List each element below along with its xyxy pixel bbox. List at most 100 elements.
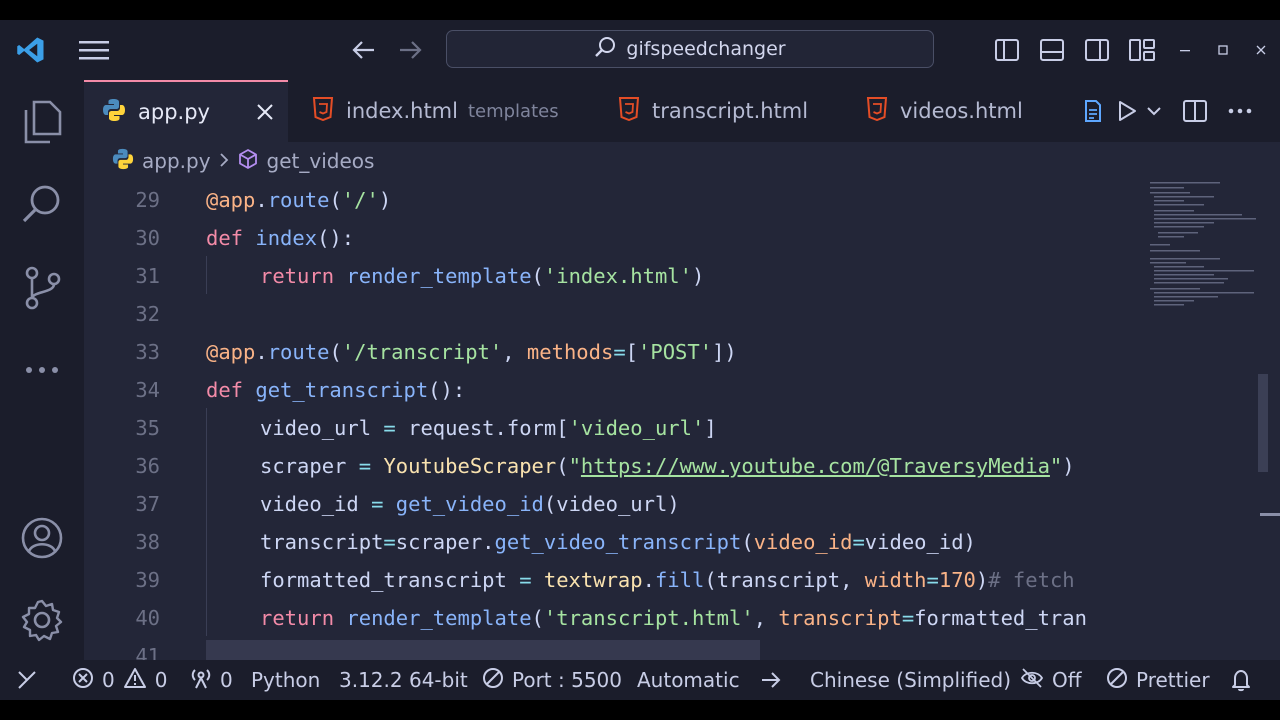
vertical-scrollbar[interactable] bbox=[1256, 180, 1280, 660]
code-line[interactable]: 37 video_id = get_video_id(video_url) bbox=[84, 485, 1146, 523]
code-text: video_id = get_video_id(video_url) bbox=[260, 492, 680, 516]
chevron-down-icon[interactable] bbox=[1144, 98, 1164, 124]
code-editor[interactable]: 29 @app.route('/') 30 def index(): 31 return … bbox=[84, 180, 1146, 660]
layout-panel-icon[interactable] bbox=[1037, 36, 1067, 64]
layout-sidebar-right-icon[interactable] bbox=[1082, 36, 1112, 64]
tab-app-py[interactable]: app.py bbox=[84, 80, 288, 142]
code-line[interactable]: 35 video_url = request.form['video_url'] bbox=[84, 409, 1146, 447]
code-line[interactable]: 32 bbox=[84, 295, 1146, 333]
ports-count: 0 bbox=[220, 668, 233, 692]
code-token: ( bbox=[704, 568, 717, 592]
minimize-icon[interactable] bbox=[1174, 36, 1196, 64]
code-token: @app bbox=[206, 340, 256, 364]
code-token: '/' bbox=[341, 188, 379, 212]
more-actions-icon[interactable] bbox=[1224, 98, 1256, 124]
ports-indicator[interactable]: 0 bbox=[190, 660, 233, 700]
letterbox-top bbox=[0, 0, 1280, 20]
code-token: . bbox=[642, 568, 655, 592]
code-token: '/transcript' bbox=[341, 340, 503, 364]
explorer-icon[interactable] bbox=[16, 96, 68, 148]
code-token: = bbox=[383, 530, 396, 554]
code-token: ) bbox=[975, 568, 989, 592]
code-text: return render_template('transcript.html'… bbox=[260, 606, 1087, 630]
code-line[interactable]: 39 formatted_transcript = textwrap.fill(t… bbox=[84, 561, 1146, 599]
source-control-icon[interactable] bbox=[16, 262, 68, 314]
close-icon[interactable] bbox=[256, 102, 274, 126]
settings-gear-icon[interactable] bbox=[16, 594, 68, 646]
minimap[interactable] bbox=[1146, 180, 1258, 660]
code-line[interactable]: 41 bbox=[84, 637, 1146, 660]
tab-index-html[interactable]: index.html templates bbox=[288, 80, 596, 142]
tab-transcript-html[interactable]: transcript.html bbox=[596, 80, 844, 142]
back-arrow-icon[interactable] bbox=[348, 36, 380, 64]
line-number: 41 bbox=[135, 644, 160, 660]
problems-indicator[interactable]: 0 0 bbox=[72, 660, 167, 700]
run-icon[interactable] bbox=[1114, 98, 1140, 124]
code-line[interactable]: 33 @app.route('/transcript', methods=['PO… bbox=[84, 333, 1146, 371]
prettier-indicator[interactable]: Prettier bbox=[1106, 660, 1210, 700]
account-icon[interactable] bbox=[16, 512, 68, 564]
breadcrumb-file[interactable]: app.py bbox=[142, 149, 211, 173]
tab-label: index.html bbox=[346, 99, 458, 123]
minimap-preview bbox=[1150, 182, 1258, 306]
code-line[interactable]: 36 scraper = YoutubeScraper("https://www.… bbox=[84, 447, 1146, 485]
layout-sidebar-left-icon[interactable] bbox=[992, 36, 1022, 64]
code-token: textwrap bbox=[543, 568, 643, 592]
search-view-icon[interactable] bbox=[16, 178, 68, 230]
code-line[interactable]: 34 def get_transcript(): bbox=[84, 371, 1146, 409]
code-token: = bbox=[519, 568, 544, 592]
bell-icon[interactable] bbox=[1230, 660, 1252, 700]
code-line[interactable]: 29 @app.route('/') bbox=[84, 181, 1146, 219]
breadcrumb-symbol[interactable]: get_videos bbox=[267, 149, 375, 173]
preview-icon[interactable] bbox=[1080, 98, 1106, 124]
close-window-icon[interactable] bbox=[1250, 36, 1272, 64]
command-center-search[interactable]: gifspeedchanger bbox=[446, 30, 934, 68]
python-interpreter[interactable]: 3.12.2 64-bit bbox=[339, 660, 468, 700]
code-token: get_video_id bbox=[395, 492, 544, 516]
copilot-indicator[interactable]: Off bbox=[1020, 660, 1082, 700]
code-text: def index(): bbox=[206, 226, 354, 250]
code-token: video_url bbox=[260, 416, 384, 440]
code-text: transcript=scraper.get_video_transcript(… bbox=[260, 530, 976, 554]
code-token: route bbox=[267, 340, 330, 364]
scrollbar-thumb[interactable] bbox=[1258, 374, 1268, 472]
code-token: 'index.html' bbox=[543, 264, 692, 288]
forward-arrow-icon[interactable] bbox=[394, 36, 426, 64]
broadcast-icon bbox=[190, 667, 212, 694]
code-token: methods bbox=[526, 340, 614, 364]
line-number: 33 bbox=[135, 340, 160, 364]
prettier-icon bbox=[1106, 667, 1128, 694]
code-token: 170 bbox=[938, 568, 976, 592]
tab-label: app.py bbox=[138, 100, 210, 124]
line-number: 38 bbox=[135, 530, 160, 554]
remote-icon[interactable] bbox=[16, 660, 38, 700]
mode-label: Automatic bbox=[637, 668, 740, 692]
arrow-right-icon[interactable] bbox=[760, 660, 782, 700]
cube-icon bbox=[237, 148, 259, 175]
status-bar: 0 0 0 Python 3.12.2 64-bit Port : 5500 A… bbox=[0, 660, 1280, 700]
code-line[interactable]: 31 return render_template('index.html') bbox=[84, 257, 1146, 295]
code-token: render_template bbox=[346, 264, 532, 288]
tab-videos-html[interactable]: videos.html bbox=[844, 80, 1064, 142]
customize-layout-icon[interactable] bbox=[1127, 36, 1157, 64]
line-number: 30 bbox=[135, 226, 160, 250]
maximize-icon[interactable] bbox=[1212, 36, 1234, 64]
vscode-logo-icon bbox=[14, 34, 48, 66]
code-line[interactable]: 38 transcript=scraper.get_video_transcrip… bbox=[84, 523, 1146, 561]
code-token: = bbox=[383, 416, 409, 440]
code-token: return bbox=[260, 606, 347, 630]
live-server-port[interactable]: Port : 5500 bbox=[482, 660, 622, 700]
menu-icon[interactable] bbox=[76, 36, 112, 64]
code-token: ( bbox=[543, 492, 557, 516]
code-text: return render_template('index.html') bbox=[260, 264, 704, 288]
code-token: = bbox=[852, 530, 865, 554]
code-token: [ bbox=[556, 416, 569, 440]
line-number: 36 bbox=[135, 454, 160, 478]
split-editor-icon[interactable] bbox=[1180, 98, 1210, 124]
mode-indicator[interactable]: Automatic bbox=[637, 660, 740, 700]
language-mode[interactable]: Python bbox=[251, 660, 320, 700]
more-icon[interactable] bbox=[16, 344, 68, 396]
locale-indicator[interactable]: Chinese (Simplified) bbox=[810, 660, 1011, 700]
code-line[interactable]: 30 def index(): bbox=[84, 219, 1146, 257]
code-line[interactable]: 40 return render_template('transcript.htm… bbox=[84, 599, 1146, 637]
